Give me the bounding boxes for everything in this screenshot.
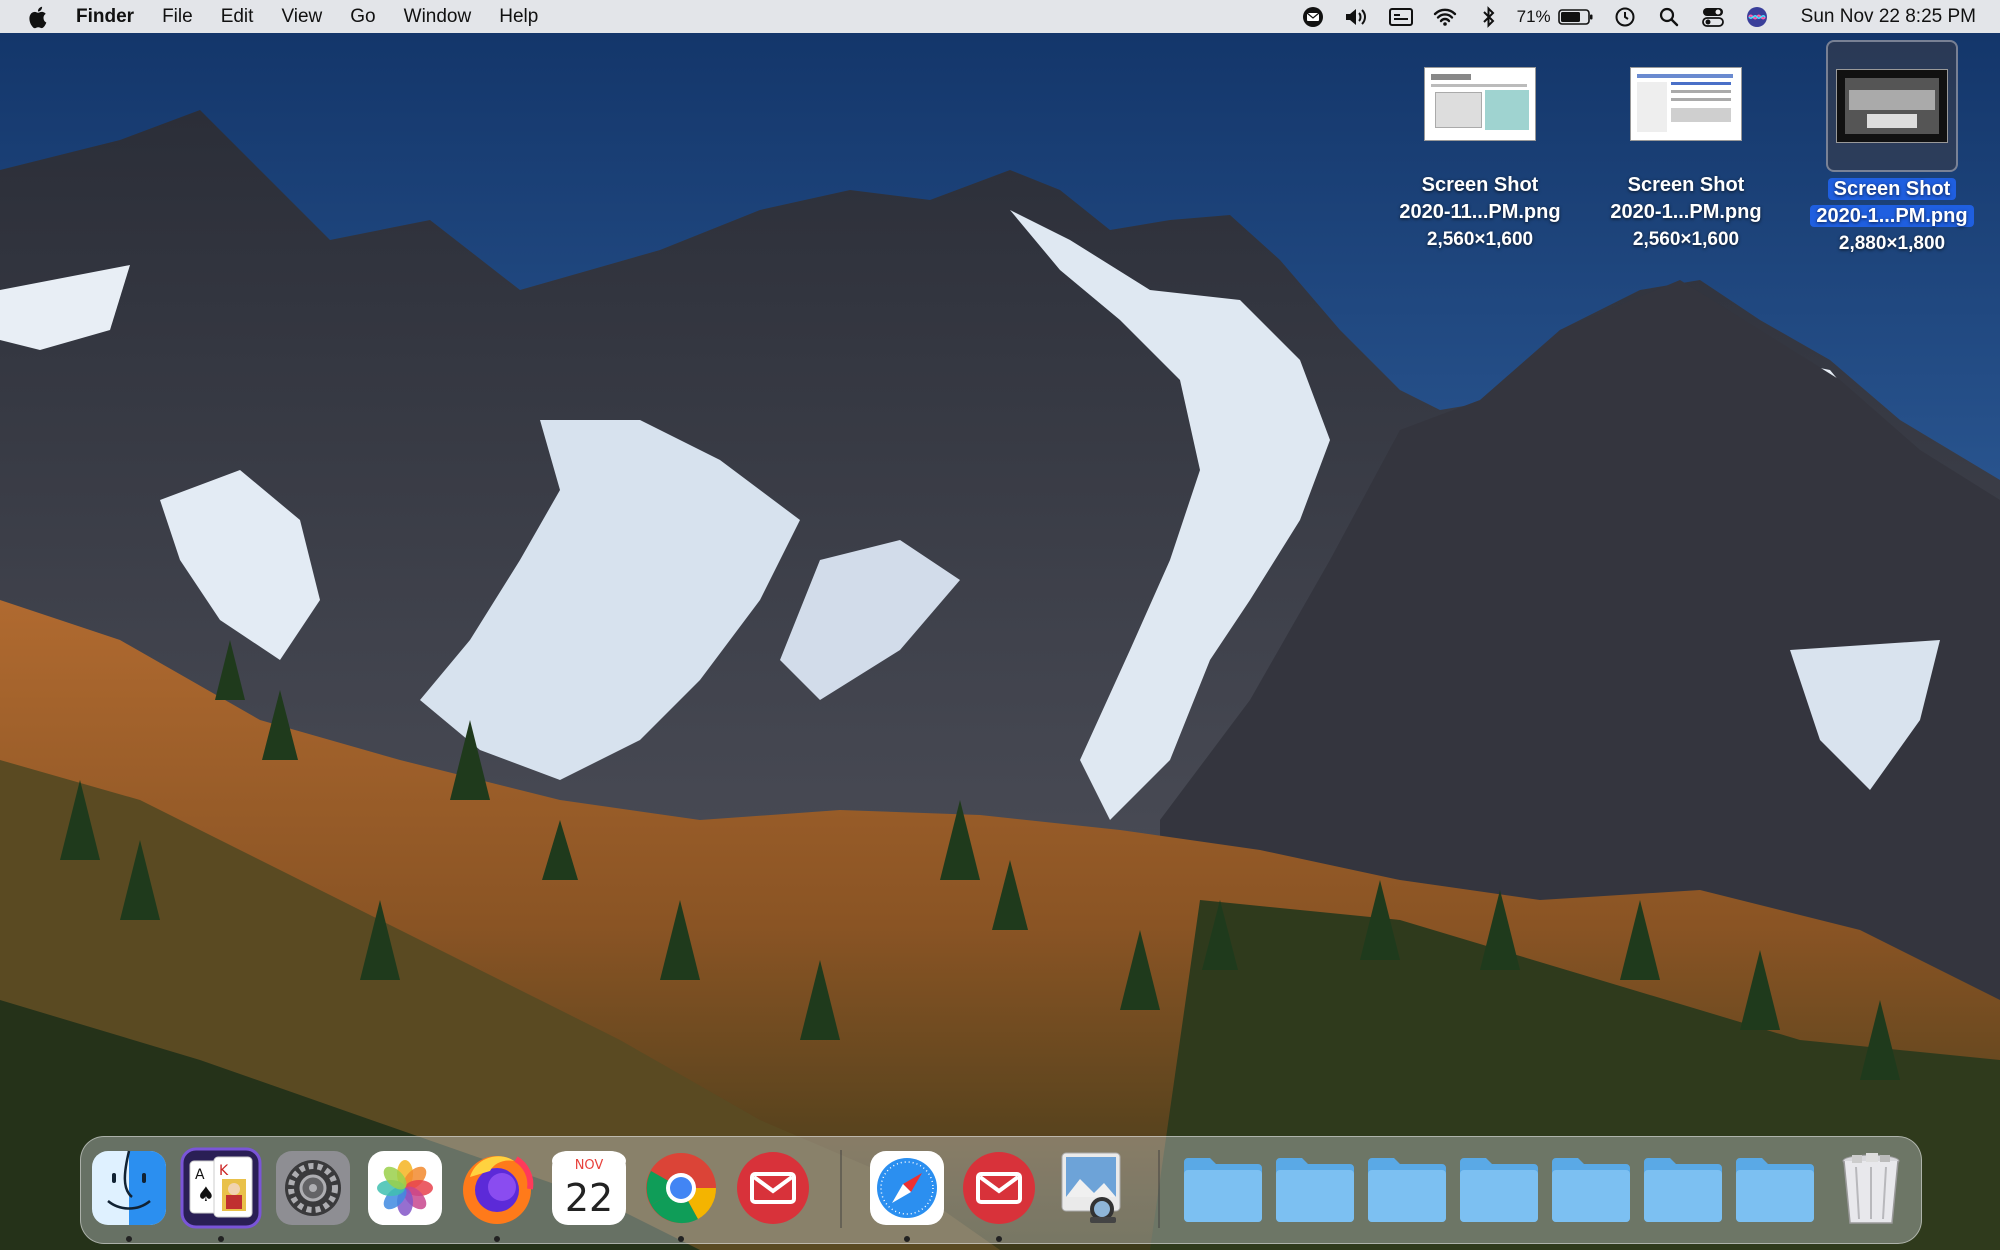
firefox-icon[interactable]: [456, 1147, 538, 1229]
folder-icon[interactable]: [1182, 1152, 1264, 1224]
solitaire-icon[interactable]: A ♠ K: [180, 1147, 262, 1229]
menu-clock[interactable]: Sun Nov 22 8:25 PM: [1801, 6, 1976, 28]
trash-icon[interactable]: [1830, 1147, 1912, 1229]
file-dimensions: 2,560×1,600: [1632, 229, 1740, 250]
menu-view[interactable]: View: [281, 6, 322, 28]
apple-menu-icon[interactable]: [28, 4, 50, 30]
chrome-running-indicator: [678, 1236, 684, 1242]
calendar-icon[interactable]: NOV 22: [548, 1147, 630, 1229]
desktop-file-screenshot-2[interactable]: Screen Shot 2020-1...PM.png 2,560×1,600: [1586, 40, 1786, 253]
file-name-line1: Screen Shot: [1792, 176, 1992, 203]
desktop-file-screenshot-1[interactable]: Screen Shot 2020-11...PM.png 2,560×1,600: [1380, 40, 1580, 253]
finder-icon[interactable]: [88, 1147, 170, 1229]
control-center-icon[interactable]: [1699, 6, 1727, 28]
folder-icon[interactable]: [1366, 1152, 1448, 1224]
dock-separator: [1158, 1150, 1160, 1228]
file-name-line2: 2020-1...PM.png: [1792, 203, 1992, 230]
folder-icon[interactable]: [1274, 1152, 1356, 1224]
file-thumbnail[interactable]: [1416, 40, 1544, 168]
menu-edit[interactable]: Edit: [221, 6, 254, 28]
file-name-line2: 2020-1...PM.png: [1610, 201, 1762, 223]
file-dimensions: 2,880×1,800: [1838, 233, 1946, 254]
svg-text:♠: ♠: [197, 1182, 215, 1206]
spotlight-icon[interactable]: [1655, 6, 1683, 28]
time-machine-icon[interactable]: [1611, 6, 1639, 28]
menu-go[interactable]: Go: [350, 6, 375, 28]
safari-running-indicator: [904, 1236, 910, 1242]
firefox-running-indicator: [494, 1236, 500, 1242]
folder-icon[interactable]: [1734, 1152, 1816, 1224]
menu-bar: Finder File Edit View Go Window Help 71%: [0, 0, 2000, 33]
svg-text:A: A: [195, 1167, 205, 1183]
calendar-month: NOV: [575, 1158, 604, 1173]
mail-icon[interactable]: [958, 1147, 1040, 1229]
folder-icon[interactable]: [1550, 1152, 1632, 1224]
battery-icon[interactable]: [1557, 6, 1595, 28]
photos-icon[interactable]: [364, 1147, 446, 1229]
folder-icon[interactable]: [1642, 1152, 1724, 1224]
desktop-file-screenshot-3[interactable]: Screen Shot 2020-1...PM.png 2,880×1,800: [1792, 40, 1992, 257]
menu-file[interactable]: File: [162, 6, 193, 28]
display-icon[interactable]: [1387, 6, 1415, 28]
battery-percent: 71%: [1516, 6, 1551, 26]
bluetooth-icon[interactable]: [1475, 5, 1503, 28]
file-thumbnail[interactable]: [1622, 40, 1750, 168]
menu-window[interactable]: Window: [404, 6, 472, 28]
svg-text:K: K: [219, 1163, 229, 1179]
finder-running-indicator: [126, 1236, 132, 1242]
mail-running-indicator: [996, 1236, 1002, 1242]
preview-icon[interactable]: [1050, 1147, 1132, 1229]
file-name-line1: Screen Shot: [1627, 174, 1745, 196]
folder-icon[interactable]: [1458, 1152, 1540, 1224]
file-dimensions: 2,560×1,600: [1426, 229, 1534, 250]
calendar-day: 22: [565, 1176, 613, 1220]
solitaire-running-indicator: [218, 1236, 224, 1242]
menu-app-name[interactable]: Finder: [76, 6, 134, 28]
siri-icon[interactable]: [1743, 6, 1771, 28]
airmail-icon[interactable]: [732, 1147, 814, 1229]
safari-icon[interactable]: [866, 1147, 948, 1229]
dock-separator: [840, 1150, 842, 1228]
system-preferences-icon[interactable]: [272, 1147, 354, 1229]
menu-help[interactable]: Help: [499, 6, 538, 28]
mail-status-icon[interactable]: [1299, 6, 1327, 28]
volume-icon[interactable]: [1343, 6, 1371, 28]
chrome-icon[interactable]: [640, 1147, 722, 1229]
file-thumbnail-selected[interactable]: [1826, 40, 1958, 172]
file-name-line2: 2020-11...PM.png: [1399, 201, 1561, 223]
file-name-line1: Screen Shot: [1421, 174, 1539, 196]
wifi-icon[interactable]: [1431, 6, 1459, 28]
